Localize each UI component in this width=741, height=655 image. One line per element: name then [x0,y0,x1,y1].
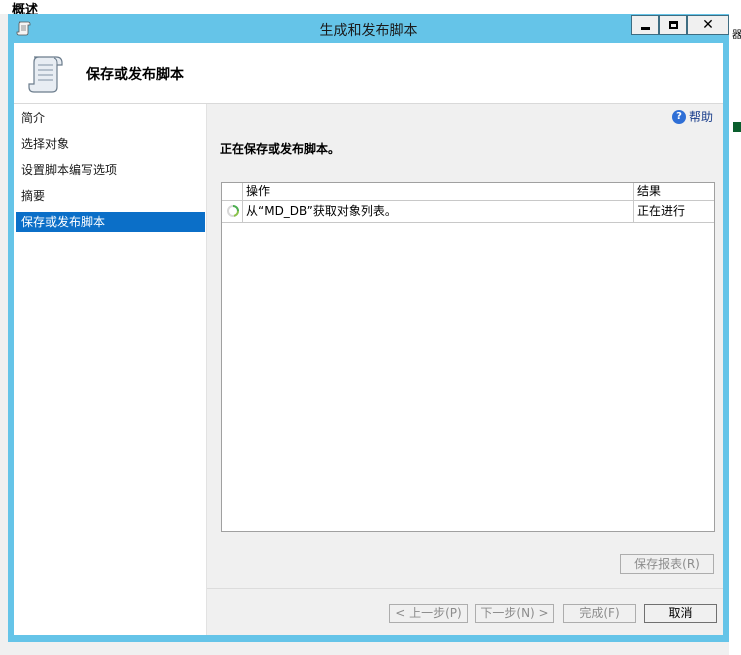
minimize-icon [640,26,650,30]
wizard-nav: 简介 选择对象 设置脚本编写选项 摘要 保存或发布脚本 [14,104,207,635]
script-scroll-icon [28,56,63,93]
nav-item-choose-objects[interactable]: 选择对象 [16,134,205,154]
maximize-button[interactable] [659,15,687,35]
help-icon: ? [672,109,686,124]
close-button[interactable]: ✕ [687,15,729,35]
save-report-button[interactable]: 保存报表(R) [620,554,714,574]
background-window-title: 概述 [0,0,741,18]
dialog-client-area: 保存或发布脚本 简介 选择对象 设置脚本编写选项 摘要 保存或发布脚本 ? 帮助… [14,43,723,635]
row-icon-cell [222,200,243,222]
page-title: 保存或发布脚本 [86,67,184,83]
progress-grid: 操作 结果 从“MD_DB”获取对象列表。 正在进行 [221,182,715,532]
dialog-titlebar[interactable]: 生成和发布脚本 ✕ [8,14,729,43]
previous-button[interactable]: < 上一步(P) [389,604,468,623]
help-link[interactable]: ? 帮助 [672,108,713,125]
dialog-header: 保存或发布脚本 [14,43,723,103]
spinner-icon [227,205,239,217]
help-label: 帮助 [689,110,714,124]
nav-item-summary[interactable]: 摘要 [16,186,205,206]
row-result: 正在进行 [637,204,686,218]
background-window-edge [729,14,741,655]
nav-item-scripting-options[interactable]: 设置脚本编写选项 [16,160,205,180]
nav-item-save-publish[interactable]: 保存或发布脚本 [16,212,205,232]
grid-header-icon-col [222,183,243,200]
status-heading: 正在保存或发布脚本。 [220,142,341,156]
dialog-title: 生成和发布脚本 [319,23,418,39]
background-indicator [733,122,741,132]
footer-divider [207,588,723,589]
grid-header: 操作 结果 [222,183,714,201]
close-icon: ✕ [702,17,714,33]
nav-item-intro[interactable]: 简介 [16,108,205,128]
column-header-result[interactable]: 结果 [634,183,714,200]
next-button[interactable]: 下一步(N) > [475,604,554,623]
finish-button[interactable]: 完成(F) [563,604,636,623]
minimize-button[interactable] [631,15,659,35]
column-header-operation[interactable]: 操作 [243,183,634,200]
cancel-button[interactable]: 取消 [644,604,717,623]
generate-scripts-dialog: 生成和发布脚本 ✕ 保存或发布脚本 简介 选择对象 设置脚本编写选项 摘要 保存… [8,14,729,642]
maximize-icon [668,21,678,29]
table-row[interactable]: 从“MD_DB”获取对象列表。 正在进行 [222,200,714,223]
background-text-fragment: 器 [732,30,741,41]
row-operation: 从“MD_DB”获取对象列表。 [243,200,634,222]
